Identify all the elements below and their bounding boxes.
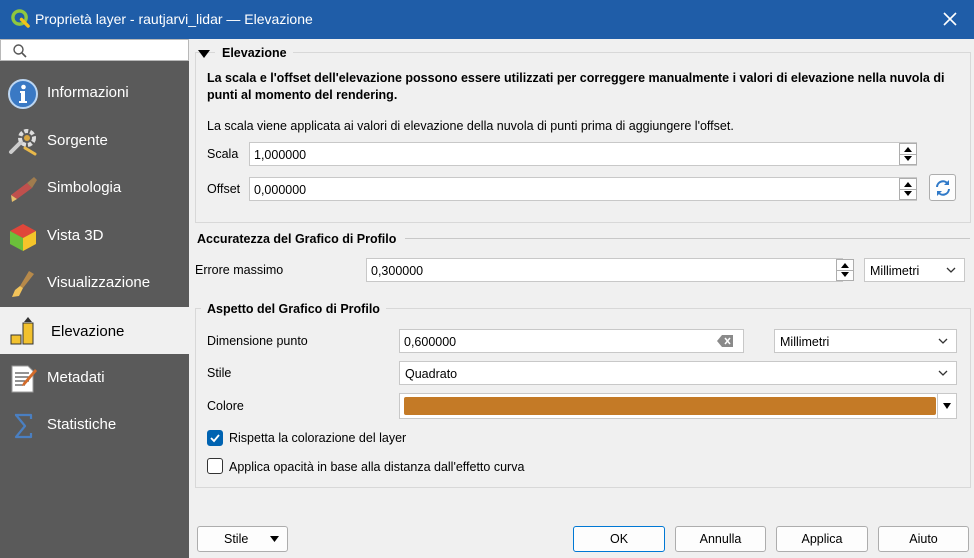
point-size-label: Dimensione punto — [207, 334, 308, 348]
cube-3d-icon — [10, 224, 36, 251]
content-panel: Elevazione La scala e l'offset dell'elev… — [189, 39, 974, 558]
scale-label: Scala — [207, 147, 239, 161]
symbology-brush-icon — [11, 177, 37, 202]
point-size-unit-select[interactable]: Millimetri — [774, 329, 957, 353]
max-error-label: Errore massimo — [195, 263, 284, 277]
respect-color-label[interactable]: Rispetta la colorazione del layer — [229, 431, 406, 445]
sigma-icon — [14, 413, 33, 439]
max-error-spinner[interactable] — [836, 259, 854, 281]
sidebar-item-sorgente[interactable]: Sorgente — [0, 118, 189, 165]
source-settings-icon — [9, 129, 37, 156]
sidebar-item-elevazione[interactable]: Elevazione — [0, 307, 189, 354]
sidebar-item-vista-3d[interactable]: Vista 3D — [0, 213, 189, 260]
sidebar-item-label: Metadati — [47, 369, 105, 386]
checkmark-icon — [210, 434, 220, 443]
sidebar-item-label: Statistiche — [47, 416, 117, 433]
color-button[interactable] — [399, 393, 957, 419]
color-swatch — [404, 397, 936, 415]
respect-color-checkbox[interactable] — [207, 430, 223, 446]
title-bar: Proprietà layer - rautjarvi_lidar — Elev… — [0, 0, 974, 39]
collapse-triangle-icon[interactable] — [198, 49, 210, 59]
qgis-logo-icon — [11, 9, 30, 28]
point-size-unit-value: Millimetri — [780, 335, 830, 349]
rendering-brush-icon — [12, 271, 34, 297]
refresh-icon — [935, 180, 950, 196]
accuracy-section-title: Accuratezza del Grafico di Profilo — [197, 232, 397, 246]
elevation-icon — [10, 317, 34, 345]
sidebar-item-metadati[interactable]: Metadati — [0, 355, 189, 402]
chevron-down-icon — [946, 267, 956, 273]
apply-button[interactable]: Applica — [776, 526, 868, 552]
max-error-input[interactable]: 0,300000 — [366, 258, 843, 282]
style-value: Quadrato — [405, 367, 458, 381]
color-dropdown-button[interactable] — [937, 394, 956, 418]
info-icon — [8, 79, 38, 109]
close-icon[interactable] — [940, 9, 960, 29]
offset-label: Offset — [207, 182, 241, 196]
metadata-icon — [11, 365, 37, 393]
window-title: Proprietà layer - rautjarvi_lidar — Elev… — [35, 11, 313, 27]
max-error-unit-select[interactable]: Millimetri — [864, 258, 965, 282]
ok-button[interactable]: OK — [573, 526, 665, 552]
search-icon — [13, 44, 27, 58]
sidebar-item-label: Visualizzazione — [47, 274, 151, 291]
sidebar-item-label: Simbologia — [47, 179, 122, 196]
chevron-down-icon — [938, 338, 948, 344]
sidebar: Informazioni Sorgente Simbologia Vista 3… — [0, 39, 189, 558]
offset-spinner[interactable] — [899, 178, 917, 200]
dropdown-arrow-icon — [270, 536, 279, 542]
point-size-input[interactable]: 0,600000 — [399, 329, 744, 353]
sidebar-item-label: Elevazione — [51, 323, 125, 340]
style-menu-button[interactable]: Stile — [197, 526, 288, 552]
style-label: Stile — [207, 366, 232, 380]
style-select[interactable]: Quadrato — [399, 361, 957, 385]
scale-input[interactable]: 1,000000 — [249, 142, 917, 166]
elevation-note: La scala viene applicata ai valori di el… — [207, 119, 734, 133]
offset-input[interactable]: 0,000000 — [249, 177, 917, 201]
max-error-unit-value: Millimetri — [870, 264, 920, 278]
chevron-down-icon — [938, 370, 948, 376]
sidebar-search-input[interactable] — [0, 39, 189, 61]
appearance-section-title: Aspetto del Grafico di Profilo — [201, 302, 386, 316]
refresh-button[interactable] — [929, 174, 956, 201]
sidebar-item-visualizzazione[interactable]: Visualizzazione — [0, 260, 189, 307]
sidebar-item-label: Sorgente — [47, 132, 108, 149]
scale-spinner[interactable] — [899, 143, 917, 165]
sidebar-item-label: Vista 3D — [47, 227, 104, 244]
sidebar-item-statistiche[interactable]: Statistiche — [0, 402, 189, 449]
chevron-down-icon — [943, 403, 951, 409]
sidebar-item-informazioni[interactable]: Informazioni — [0, 70, 189, 117]
sidebar-item-simbologia[interactable]: Simbologia — [0, 165, 189, 212]
elevation-section-title: Elevazione — [215, 46, 293, 60]
cancel-button[interactable]: Annulla — [675, 526, 766, 552]
opacity-by-distance-checkbox[interactable] — [207, 458, 223, 474]
sidebar-item-label: Informazioni — [47, 84, 129, 101]
style-button-label: Stile — [224, 532, 249, 546]
color-label: Colore — [207, 399, 244, 413]
elevation-description: La scala e l'offset dell'elevazione poss… — [207, 71, 945, 102]
accuracy-divider — [405, 238, 970, 239]
opacity-by-distance-label[interactable]: Applica opacità in base alla distanza da… — [229, 460, 524, 474]
help-button[interactable]: Aiuto — [878, 526, 969, 552]
clear-input-icon[interactable] — [717, 335, 733, 347]
